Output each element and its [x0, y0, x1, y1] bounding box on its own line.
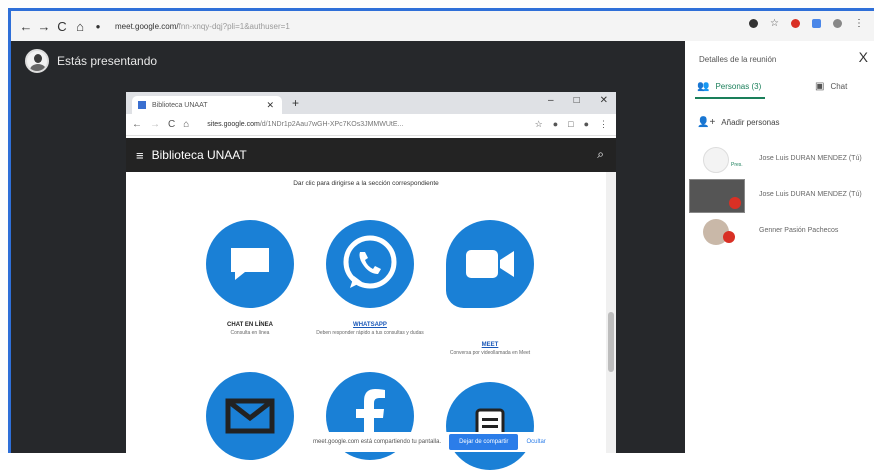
maximize-icon[interactable]: □ — [574, 95, 580, 106]
whatsapp-option-title[interactable]: WHATSAPP — [300, 322, 440, 328]
presenting-label: Estás presentando — [57, 54, 158, 68]
mail-icon — [225, 398, 275, 434]
add-person-icon: 👤+ — [697, 117, 716, 128]
participant-row[interactable]: Pres. Jose Luis DURAN MENDEZ (Tú) — [685, 143, 874, 177]
tab-people-indicator — [695, 97, 765, 99]
avatar — [25, 49, 49, 73]
tab-people-label: Personas (3) — [715, 82, 762, 91]
meet-option-button[interactable] — [446, 220, 534, 308]
window-close-icon[interactable]: ✕ — [600, 95, 608, 106]
inner-profile-icon[interactable]: ● — [584, 119, 589, 130]
meet-option-desc: Conversa por videollamada en Meet — [449, 350, 531, 356]
chat-option-desc: Consulta en línea — [230, 330, 270, 336]
inner-url-path: /d/1NDr1p2Aau7wGH-XPc7KOs3JMMWUtE... — [259, 121, 404, 128]
inner-menu-icon[interactable]: ⋮ — [599, 119, 608, 130]
chat-option-button[interactable] — [206, 220, 294, 308]
url-domain: meet.google.com/ — [115, 21, 179, 31]
meeting-details-panel: Detalles de la reunión X 👥 Personas (3) … — [685, 41, 874, 453]
inner-back-icon[interactable]: ← — [132, 119, 142, 130]
lock-icon: ● — [95, 21, 101, 31]
participant-avatar — [703, 147, 729, 173]
extension-blue-icon[interactable] — [812, 19, 821, 28]
hamburger-icon[interactable]: ≡ — [136, 148, 144, 163]
search-icon[interactable]: ⌕ — [597, 147, 604, 162]
stop-sharing-button[interactable]: Dejar de compartir — [449, 434, 519, 450]
participant-name: Jose Luis DURAN MENDEZ (Tú) — [759, 155, 862, 162]
inner-tab-bar: Biblioteca UNAAT ✕ + – □ ✕ — [126, 92, 616, 114]
inner-reload-icon[interactable]: C — [168, 119, 175, 130]
extension-icon[interactable] — [749, 19, 759, 28]
reload-icon[interactable]: C — [53, 19, 71, 34]
whatsapp-option-desc: Deben responder rápido a tus consultas y… — [316, 330, 424, 336]
profile-icon[interactable] — [833, 19, 842, 28]
mic-off-badge-icon — [723, 231, 735, 243]
forward-icon[interactable]: → — [35, 19, 53, 34]
menu-icon[interactable]: ⋮ — [854, 18, 864, 29]
share-notification-text: meet.google.com está compartiendo tu pan… — [313, 439, 442, 445]
participant-name: Jose Luis DURAN MENDEZ (Tú) — [759, 191, 862, 198]
favicon-icon — [138, 101, 146, 109]
browser-toolbar: ← → C ⌂ ● meet.google.com/fnn-xnqy-dqj?p… — [11, 11, 874, 41]
inner-tabs-icon[interactable]: □ — [568, 119, 573, 130]
tab-chat[interactable]: ▣ Chat — [815, 81, 847, 92]
extension-red-icon[interactable] — [791, 19, 800, 28]
star-icon[interactable]: ☆ — [770, 18, 779, 29]
whatsapp-option-button[interactable] — [326, 220, 414, 308]
panel-title: Detalles de la reunión — [699, 55, 777, 64]
address-bar[interactable]: meet.google.com/fnn-xnqy-dqj?pli=1&authu… — [115, 22, 290, 31]
inner-extension-icon[interactable]: ● — [553, 119, 558, 130]
site-header: ≡ Biblioteca UNAAT ⌕ — [126, 138, 616, 172]
video-camera-icon — [466, 250, 514, 278]
scrollbar[interactable] — [606, 172, 616, 453]
chat-bubble-icon — [231, 248, 269, 280]
inner-nav-actions: ☆ ● □ ● ⋮ — [535, 119, 608, 130]
minimize-icon[interactable]: – — [548, 95, 554, 106]
panel-tabs: 👥 Personas (3) ▣ Chat — [685, 77, 874, 99]
whatsapp-icon — [343, 235, 397, 289]
shared-window: Biblioteca UNAAT ✕ + – □ ✕ ← → C ⌂ sites… — [126, 92, 616, 470]
site-title: Biblioteca UNAAT — [151, 148, 247, 162]
inner-star-icon[interactable]: ☆ — [535, 119, 543, 130]
tab-chat-label: Chat — [830, 82, 848, 91]
window-controls: – □ ✕ — [548, 95, 608, 106]
new-tab-icon[interactable]: + — [292, 96, 299, 110]
chat-option-title[interactable]: CHAT EN LÍNEA — [180, 322, 320, 328]
document-option-button[interactable] — [446, 382, 534, 470]
chat-icon: ▣ — [815, 81, 825, 92]
scroll-thumb[interactable] — [608, 312, 614, 372]
toolbar-extensions: ☆ ⋮ — [749, 18, 864, 29]
presenting-badge-icon — [729, 197, 741, 209]
inner-tab-title: Biblioteca UNAAT — [152, 101, 208, 109]
presenting-indicator: Estás presentando — [25, 49, 157, 73]
inner-home-icon[interactable]: ⌂ — [183, 119, 189, 130]
mail-option-button[interactable] — [206, 372, 294, 460]
people-icon: 👥 — [697, 81, 710, 92]
tab-people[interactable]: 👥 Personas (3) — [697, 81, 761, 92]
inner-tab[interactable]: Biblioteca UNAAT ✕ — [132, 96, 282, 114]
participant-name: Genner Pasión Pachecos — [759, 227, 839, 234]
share-notification: meet.google.com está compartiendo tu pan… — [305, 432, 605, 452]
add-people-label: Añadir personas — [721, 118, 780, 127]
meet-option-title[interactable]: MEET — [420, 342, 560, 348]
participant-tag: Pres. — [731, 162, 743, 168]
close-icon[interactable]: ✕ — [266, 100, 274, 111]
panel-close-icon[interactable]: X — [859, 49, 868, 65]
back-icon[interactable]: ← — [17, 19, 35, 34]
hide-button[interactable]: Ocultar — [526, 439, 545, 445]
inner-url-domain: sites.google.com — [207, 121, 260, 128]
participant-row[interactable]: Jose Luis DURAN MENDEZ (Tú) — [685, 179, 874, 213]
participant-row[interactable]: Genner Pasión Pachecos — [685, 215, 874, 249]
home-icon[interactable]: ⌂ — [71, 19, 89, 34]
presentation-stage: Estás presentando Biblioteca UNAAT ✕ + –… — [11, 41, 685, 470]
inner-nav-bar: ← → C ⌂ sites.google.com/d/1NDr1p2Aau7wG… — [126, 114, 616, 136]
inner-address-bar[interactable]: sites.google.com/d/1NDr1p2Aau7wGH-XPc7KO… — [207, 121, 403, 128]
add-people-button[interactable]: 👤+ Añadir personas — [697, 117, 780, 128]
url-path: fnn-xnqy-dqj?pli=1&authuser=1 — [178, 21, 290, 31]
screen: ← → C ⌂ ● meet.google.com/fnn-xnqy-dqj?p… — [0, 0, 874, 470]
instruction-text: Dar clic para dirigirse a la sección cor… — [293, 180, 439, 187]
inner-forward-icon[interactable]: → — [150, 119, 160, 130]
